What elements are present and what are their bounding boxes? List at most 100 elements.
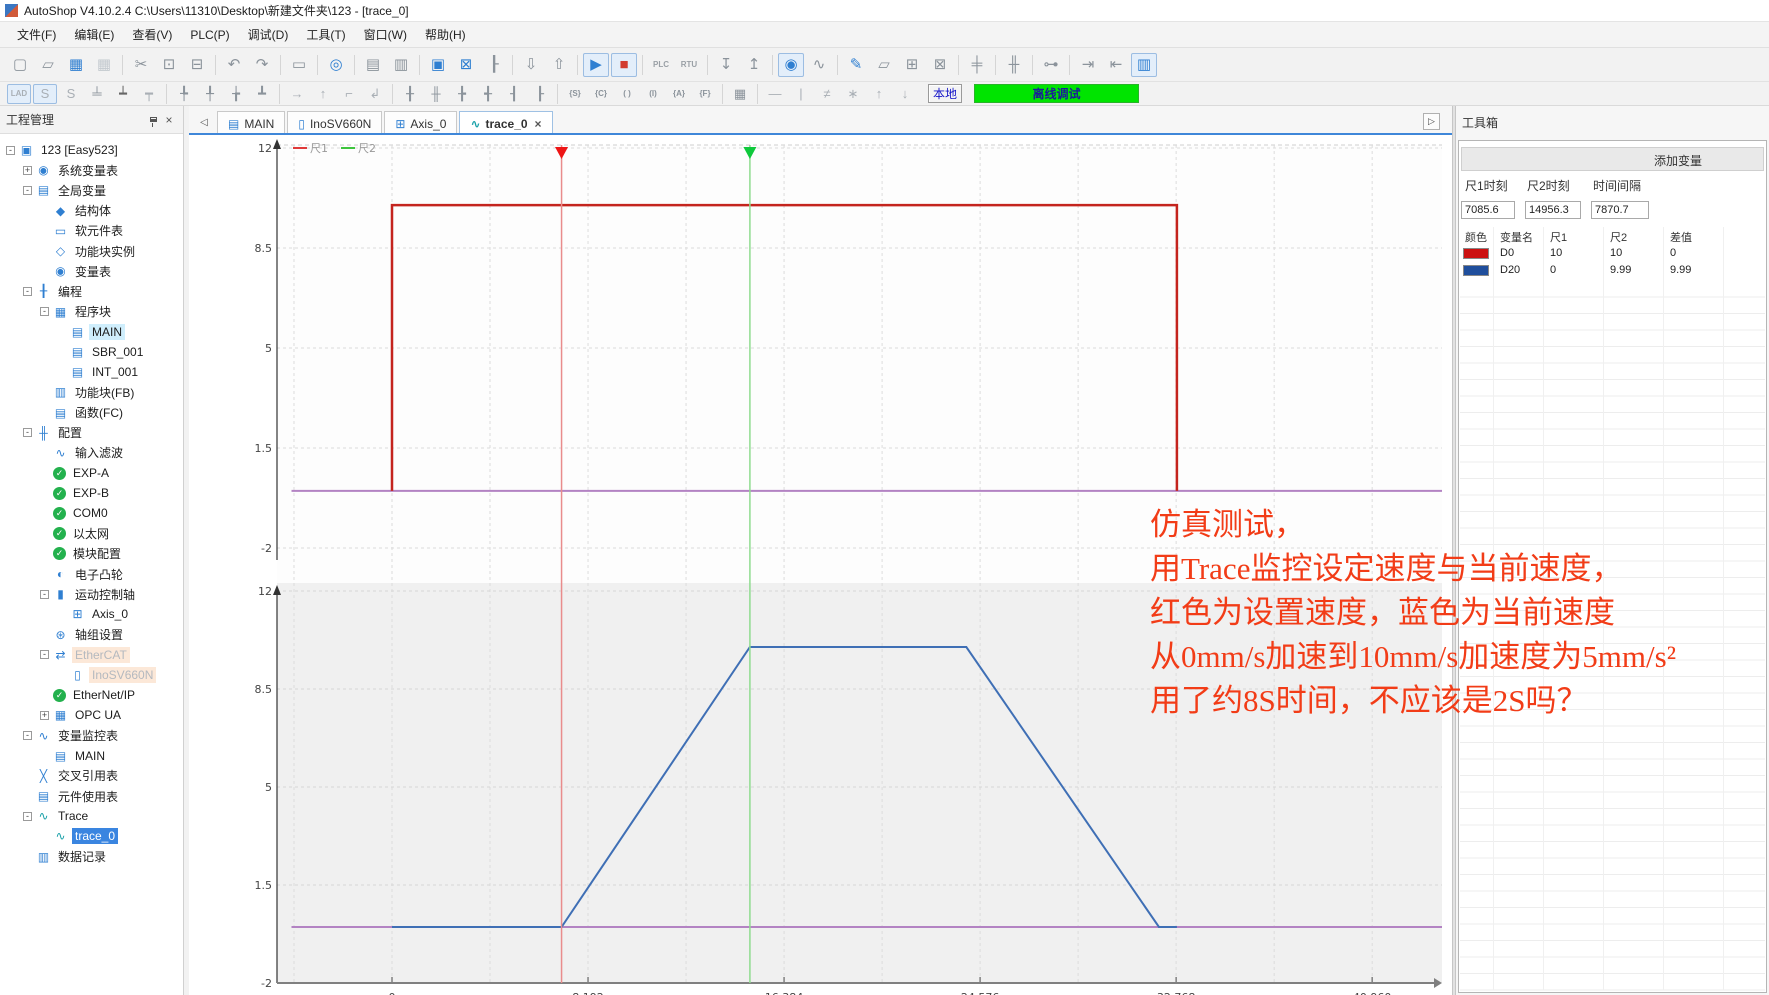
tree-expander-icon[interactable]: + [23, 166, 32, 175]
tree-item--[interactable]: ▥数据记录 [0, 847, 183, 867]
contact-falling-icon[interactable]: ╉ [476, 84, 500, 104]
tree-expander-icon[interactable]: - [23, 186, 32, 195]
tab-axis_0[interactable]: ⊞Axis_0 [384, 111, 457, 135]
compile-icon[interactable]: ⊞ [899, 53, 925, 77]
rung-branch-icon[interactable]: ╀ [198, 84, 222, 104]
connect-device-icon[interactable]: ⊶ [1038, 53, 1064, 77]
save-icon[interactable]: ▦ [63, 53, 89, 77]
line-down-icon[interactable]: ↲ [363, 84, 387, 104]
compile-all-icon[interactable]: ⊠ [927, 53, 953, 77]
tree-item--[interactable]: -╂编程 [0, 281, 183, 301]
tab-close-icon[interactable]: × [535, 117, 542, 131]
ground-icon[interactable]: ╧ [85, 84, 109, 104]
instruction-table-icon[interactable]: ▦ [728, 84, 752, 104]
save-all-icon[interactable]: ▦ [91, 53, 117, 77]
tree-item--[interactable]: ▭软元件表 [0, 221, 183, 241]
tree-expander-icon[interactable]: - [23, 428, 32, 437]
set-coil-icon[interactable]: {S} [563, 84, 587, 104]
contact-neg-icon[interactable]: ┠ [528, 84, 552, 104]
stop-icon[interactable]: ■ [611, 53, 637, 77]
format-icon[interactable]: ┠ [481, 53, 507, 77]
output-coil-icon[interactable]: ( ) [615, 84, 639, 104]
reset-coil-icon[interactable]: {C} [589, 84, 613, 104]
panel-expand-icon[interactable]: ▷ [1423, 113, 1440, 130]
tree-expander-icon[interactable]: - [40, 590, 49, 599]
tree-expander-icon[interactable]: - [6, 146, 15, 155]
window-layout-icon[interactable]: ▥ [1131, 53, 1157, 77]
write-mode-icon[interactable]: ✎ [843, 53, 869, 77]
undo-icon[interactable]: ↶ [221, 53, 247, 77]
tree-item-inosv660n[interactable]: ▯InoSV660N [0, 665, 183, 685]
tree-item-exp-b[interactable]: ✓EXP-B [0, 483, 183, 503]
up-branch-icon[interactable]: ↑ [867, 84, 891, 104]
inverted-coil-icon[interactable]: (I) [641, 84, 665, 104]
ruler1-time-field[interactable]: 7085.6 [1461, 201, 1515, 219]
tab-trace_0[interactable]: ∿trace_0× [459, 111, 552, 135]
tree-expander-icon[interactable]: - [23, 812, 32, 821]
paste-icon[interactable]: ⊟ [184, 53, 210, 77]
pin-icon[interactable] [145, 112, 161, 128]
print-icon[interactable]: ▤ [360, 53, 386, 77]
tab-scroll-left-icon[interactable]: ◁ [195, 113, 213, 131]
coil-dark-icon[interactable]: ┷ [111, 84, 135, 104]
redo-icon[interactable]: ↷ [249, 53, 275, 77]
tree-item--[interactable]: ✓模块配置 [0, 544, 183, 564]
ruler2-time-field[interactable]: 14956.3 [1525, 201, 1581, 219]
tree-item--[interactable]: +◉系统变量表 [0, 160, 183, 180]
time-interval-field[interactable]: 7870.7 [1591, 201, 1649, 219]
oscilloscope-icon[interactable]: ∿ [806, 53, 832, 77]
tree-item--[interactable]: -▮运动控制轴 [0, 584, 183, 604]
var-table-cell[interactable]: D20 [1500, 264, 1520, 276]
tree-item--[interactable]: ✓以太网 [0, 524, 183, 544]
monitor-icon[interactable]: ◉ [778, 53, 804, 77]
var-table-cell[interactable]: 0 [1550, 264, 1556, 276]
coil-light-icon[interactable]: ┯ [137, 84, 161, 104]
insert-row-icon[interactable]: ╪ [964, 53, 990, 77]
tree-item--[interactable]: ◐电子凸轮 [0, 564, 183, 584]
export-window-icon[interactable]: ⊠ [453, 53, 479, 77]
tree-expander-icon[interactable]: + [40, 711, 49, 720]
tree-item--[interactable]: ⊛轴组设置 [0, 625, 183, 645]
menu-item-2[interactable]: 查看(V) [123, 23, 181, 46]
sfc-mode-icon[interactable]: S [33, 84, 57, 104]
vline-icon[interactable]: | [789, 84, 813, 104]
tree-item-int_001[interactable]: ▤INT_001 [0, 362, 183, 382]
menu-item-6[interactable]: 窗口(W) [355, 23, 416, 46]
tree-item-ethernet-ip[interactable]: ✓EtherNet/IP [0, 685, 183, 705]
tree-item-sbr_001[interactable]: ▤SBR_001 [0, 342, 183, 362]
edit-mode-icon[interactable]: ▱ [871, 53, 897, 77]
line-up-icon[interactable]: ↑ [311, 84, 335, 104]
tree-item--[interactable]: ▤元件使用表 [0, 786, 183, 806]
var-table-cell[interactable]: 0 [1670, 247, 1676, 259]
tree-item--fb-[interactable]: ▥功能块(FB) [0, 382, 183, 402]
rung-add-icon[interactable]: ╄ [172, 84, 196, 104]
tab-inosv660n[interactable]: ▯InoSV660N [287, 111, 382, 135]
st-mode-icon[interactable]: S [59, 84, 83, 104]
tree-item-axis_0[interactable]: ⊞Axis_0 [0, 604, 183, 624]
rung-insert-icon[interactable]: ╆ [224, 84, 248, 104]
var-table-cell[interactable]: 9.99 [1670, 264, 1691, 276]
menu-item-7[interactable]: 帮助(H) [416, 23, 475, 46]
upload-icon[interactable]: ↥ [741, 53, 767, 77]
plc-download-icon[interactable]: PLC [648, 53, 674, 77]
contact-closed-icon[interactable]: ╫ [424, 84, 448, 104]
jump-in-icon[interactable]: ⇥ [1075, 53, 1101, 77]
line-corner-icon[interactable]: ⌐ [337, 84, 361, 104]
hline-icon[interactable]: — [763, 84, 787, 104]
tree-item--[interactable]: ◆结构体 [0, 201, 183, 221]
tree-item--[interactable]: -∿变量监控表 [0, 725, 183, 745]
tree-item-ethercat[interactable]: -⇄EtherCAT [0, 645, 183, 665]
tree-expander-icon[interactable]: - [40, 650, 49, 659]
delete-branch-icon[interactable]: ∗ [841, 84, 865, 104]
line-right-icon[interactable]: → [285, 84, 309, 104]
delete-line-icon[interactable]: ≠ [815, 84, 839, 104]
print-preview-icon[interactable]: ▥ [388, 53, 414, 77]
application-instruction-icon[interactable]: {A} [667, 84, 691, 104]
download-icon[interactable]: ↧ [713, 53, 739, 77]
tree-item-exp-a[interactable]: ✓EXP-A [0, 463, 183, 483]
find-icon[interactable]: ◎ [323, 53, 349, 77]
cut-icon[interactable]: ✂ [128, 53, 154, 77]
var-table-cell[interactable]: D0 [1500, 247, 1514, 259]
delete-row-icon[interactable]: ╫ [1001, 53, 1027, 77]
delete-icon[interactable]: ▭ [286, 53, 312, 77]
